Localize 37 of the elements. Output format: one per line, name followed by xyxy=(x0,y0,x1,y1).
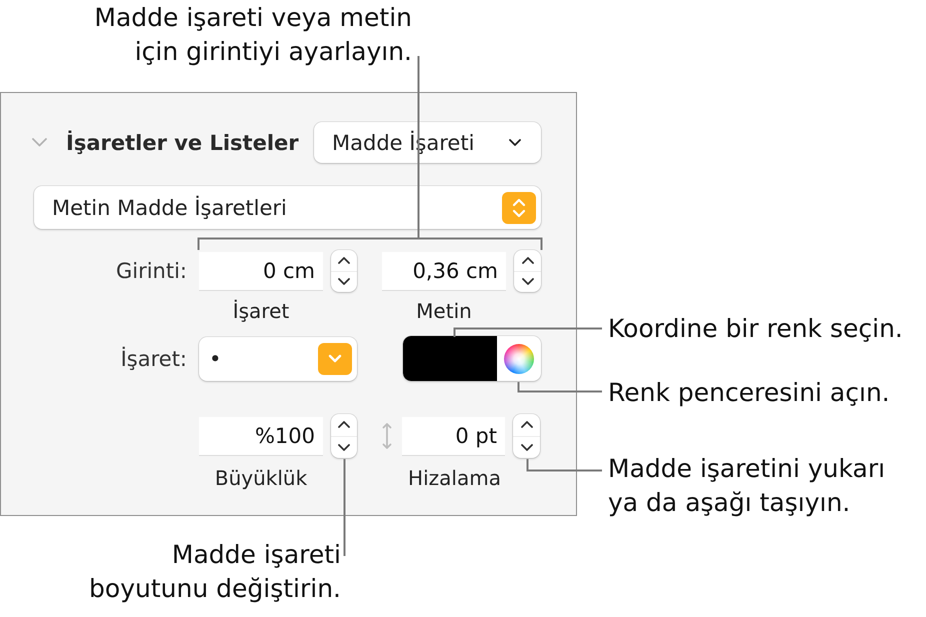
alignment-field[interactable]: 0 pt xyxy=(402,416,505,456)
chevron-up-icon[interactable] xyxy=(338,256,350,264)
field-caption: İşaret xyxy=(232,299,290,323)
chevron-down-icon xyxy=(509,139,521,146)
field-caption: Metin xyxy=(416,299,472,323)
bullet-style-popup[interactable]: Metin Madde İşaretleri xyxy=(34,186,541,229)
chevron-up-icon[interactable] xyxy=(520,421,532,428)
color-swatch[interactable] xyxy=(403,336,497,381)
callout-text: Renk penceresini açın. xyxy=(608,377,890,409)
chevron-up-icon[interactable] xyxy=(338,421,350,428)
color-wheel-icon[interactable] xyxy=(504,344,534,374)
chevron-down-icon xyxy=(318,342,352,374)
field-label: Girinti: xyxy=(116,259,187,283)
chevron-up-icon[interactable] xyxy=(522,256,534,264)
size-field[interactable]: %100 xyxy=(199,416,323,456)
callout-text: Madde işaretini yukarı ya da aşağı taşıyın. xyxy=(608,453,886,519)
stepper[interactable] xyxy=(331,414,357,458)
color-well[interactable] xyxy=(403,336,541,381)
indent-field[interactable]: 0 cm xyxy=(199,252,323,290)
up-down-chevron-icon xyxy=(502,192,536,224)
chevron-down-icon[interactable] xyxy=(338,278,350,286)
field-caption: Büyüklük xyxy=(214,466,308,490)
indent-field[interactable]: 0,36 cm xyxy=(382,252,506,290)
stepper[interactable] xyxy=(513,414,540,458)
callout-text: Koordine bir renk seçin. xyxy=(608,313,903,345)
field-label: İşaret: xyxy=(120,346,187,370)
chevron-down-icon[interactable] xyxy=(522,278,534,286)
section-title: İşaretler ve Listeler xyxy=(66,130,299,154)
callout-text: Madde işareti veya metin için girintiyi ayarlayın. xyxy=(94,2,412,68)
field-caption: Hizalama xyxy=(408,466,501,490)
stepper[interactable] xyxy=(514,250,541,292)
stepper[interactable] xyxy=(331,250,357,292)
vertical-arrows-icon xyxy=(382,422,392,450)
chevron-down-icon[interactable] xyxy=(338,444,350,451)
bullet-popup[interactable]: • xyxy=(199,336,357,380)
chevron-down-icon[interactable] xyxy=(520,444,532,451)
callout-text: Madde işareti boyutunu değiştirin. xyxy=(89,539,341,605)
